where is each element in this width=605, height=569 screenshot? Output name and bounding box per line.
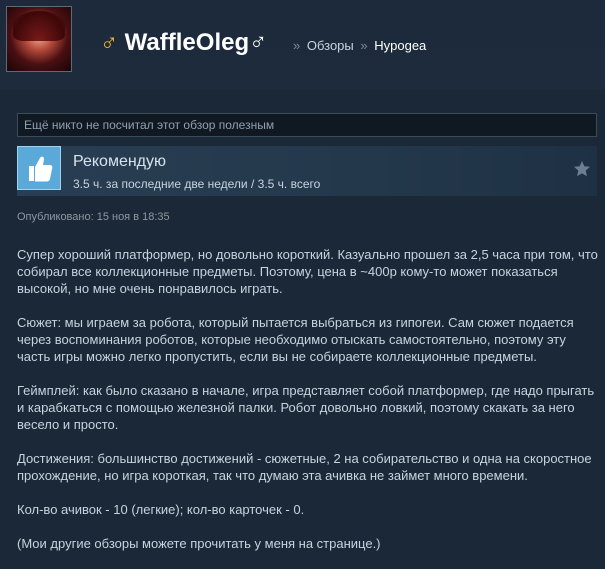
breadcrumb-reviews-link[interactable]: Обзоры bbox=[307, 38, 354, 53]
username-text: WaffleOleg bbox=[124, 29, 250, 56]
review-paragraph: Сюжет: мы играем за робота, который пыта… bbox=[17, 315, 574, 364]
posted-date: Опубликовано: 15 ноя в 18:35 bbox=[17, 211, 170, 223]
breadcrumb-separator: » bbox=[293, 38, 301, 53]
breadcrumb-game-link[interactable]: Hypogea bbox=[374, 38, 426, 53]
review-paragraph: Геймплей: как было сказано в начале, игр… bbox=[17, 383, 595, 432]
avatar[interactable] bbox=[6, 6, 72, 72]
recommendation-title: Рекомендую bbox=[73, 153, 167, 170]
review-paragraph: Супер хороший платформер, но довольно ко… bbox=[17, 247, 598, 296]
username-link[interactable]: ♂ WaffleOleg♂ bbox=[100, 29, 267, 57]
helpful-count-bar: Ещё никто не посчитал этот обзор полезны… bbox=[17, 113, 597, 137]
profile-header: ♂ WaffleOleg♂ » Обзоры » Hypogea bbox=[0, 0, 605, 90]
recommendation-box: Рекомендую 3.5 ч. за последние две недел… bbox=[17, 146, 597, 196]
review-body: Супер хороший платформер, но довольно ко… bbox=[17, 246, 599, 569]
review-paragraph: Достижения: большинство достижений - сюж… bbox=[17, 451, 592, 483]
male-symbol-suffix: ♂ bbox=[249, 29, 268, 56]
avatar-hair bbox=[13, 11, 65, 41]
hours-played: 3.5 ч. за последние две недели / 3.5 ч. … bbox=[73, 177, 321, 191]
breadcrumb: » Обзоры » Hypogea bbox=[290, 38, 426, 53]
star-icon[interactable] bbox=[573, 160, 591, 178]
thumbs-up-icon bbox=[17, 146, 61, 190]
review-paragraph: Кол-во ачивок - 10 (легкие); кол-во карт… bbox=[17, 502, 305, 517]
breadcrumb-separator: » bbox=[360, 38, 368, 53]
review-paragraph: (Мои другие обзоры можете прочитать у ме… bbox=[17, 536, 381, 551]
male-symbol-prefix: ♂ bbox=[100, 29, 118, 56]
